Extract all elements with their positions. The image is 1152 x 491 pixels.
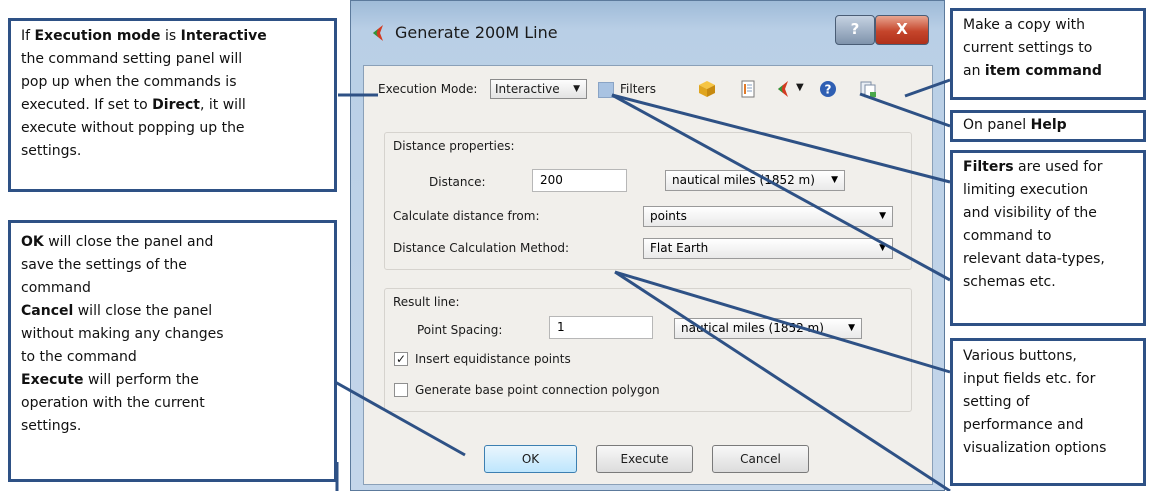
connector-various-b: [614, 270, 951, 491]
connector-ok-button: [334, 380, 466, 457]
connector-help: [859, 92, 951, 128]
callout-connectors: [334, 78, 951, 491]
connector-various-a: [614, 270, 951, 374]
connector-copy: [904, 78, 951, 98]
connector-filters-b: [611, 93, 951, 282]
